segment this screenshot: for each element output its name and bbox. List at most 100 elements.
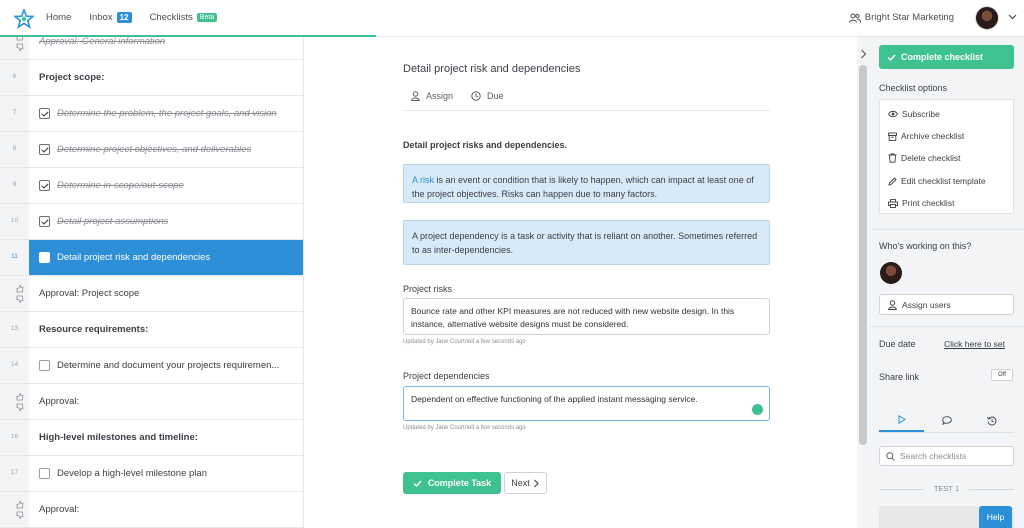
task-label: Develop a high-level milestone plan (57, 468, 207, 479)
approval-row[interactable]: Approval: (0, 492, 303, 528)
project-dependencies-field[interactable]: Dependent on effective functioning of th… (403, 386, 770, 421)
task-checkbox[interactable] (39, 216, 50, 227)
check-icon (413, 480, 422, 487)
task-row[interactable]: 10 Detail project assumptions (0, 204, 303, 240)
org-switcher[interactable]: Bright Star Marketing (848, 12, 954, 23)
task-row-content[interactable]: Resource requirements: (29, 312, 303, 347)
check-icon (40, 110, 49, 117)
task-label: Approval: (39, 396, 80, 407)
share-link-label: Share link (879, 372, 920, 382)
nav-home[interactable]: Home (46, 12, 71, 23)
help-button[interactable]: Help (979, 506, 1012, 528)
history-icon (986, 416, 996, 425)
task-row-content[interactable]: Detail project assumptions (29, 204, 303, 239)
archive-option[interactable]: Archive checklist (888, 131, 964, 141)
task-checkbox[interactable] (39, 252, 50, 263)
approval-row[interactable]: Approval: Project scope (0, 276, 303, 312)
pencil-icon (888, 176, 897, 186)
heading-row[interactable]: 6 Project scope: (0, 60, 303, 96)
task-checkbox[interactable] (39, 360, 50, 371)
task-row[interactable]: 8 Determine project objectives, and deliv… (0, 132, 303, 168)
delete-option[interactable]: Delete checklist (888, 153, 961, 163)
task-row-content[interactable]: Approval: (29, 384, 303, 419)
due-button[interactable]: Due (471, 91, 504, 101)
task-label: Resource requirements: (39, 324, 149, 335)
tab-activity[interactable] (879, 409, 924, 432)
chevron-right-icon[interactable] (859, 49, 868, 59)
risk-link[interactable]: A risk (412, 175, 434, 185)
project-dependencies-label: Project dependencies (403, 371, 490, 381)
task-row[interactable]: 14 Determine and document your projects r… (0, 348, 303, 384)
thumbs-icon (16, 501, 24, 519)
task-checkbox[interactable] (39, 108, 50, 119)
task-row-content[interactable]: High-level milestones and timeline: (29, 420, 303, 455)
task-number: 6 (12, 73, 17, 80)
assignee-avatar[interactable] (880, 262, 902, 284)
task-row-content[interactable]: Determine project objectives, and delive… (29, 132, 303, 167)
star-logo-icon[interactable] (14, 9, 34, 29)
divider (403, 110, 770, 111)
user-icon (888, 299, 897, 310)
approval-row[interactable]: Approval: General information (0, 37, 303, 60)
edit-template-option[interactable]: Edit checklist template (888, 176, 986, 186)
task-title: Detail project risk and dependencies (403, 63, 581, 75)
task-row-content[interactable]: Approval: (29, 492, 303, 527)
user-avatar[interactable] (975, 6, 999, 30)
task-checkbox[interactable] (39, 144, 50, 155)
nav-checklists[interactable]: Checklists Beta (150, 12, 218, 23)
heading-row[interactable]: 13 Resource requirements: (0, 312, 303, 348)
project-risks-field[interactable]: Bounce rate and other KPI measures are n… (403, 298, 770, 335)
next-button[interactable]: Next (504, 472, 547, 494)
subscribe-option[interactable]: Subscribe (888, 109, 940, 119)
scrollbar-thumb[interactable] (859, 65, 867, 445)
task-label: Determine in-scope/out-scope (57, 180, 184, 191)
task-label: High-level milestones and timeline: (39, 432, 198, 443)
beta-badge: Beta (196, 13, 218, 22)
share-link-toggle[interactable]: Off (991, 369, 1013, 381)
task-row-content[interactable]: Determine the problem, the project goals… (29, 96, 303, 131)
nav-checklists-label: Checklists (149, 12, 193, 23)
heading-row[interactable]: 16 High-level milestones and timeline: (0, 420, 303, 456)
complete-task-button[interactable]: Complete Task (403, 472, 501, 494)
search-icon (886, 451, 895, 461)
approval-row[interactable]: Approval: (0, 384, 303, 420)
task-row-content[interactable]: Project scope: (29, 60, 303, 95)
project-dependencies-value: Dependent on effective functioning of th… (411, 394, 698, 404)
set-due-date-link[interactable]: Click here to set (944, 339, 1005, 349)
task-row-content[interactable]: Determine in-scope/out-scope (29, 168, 303, 203)
tab-comments[interactable] (924, 409, 969, 432)
thumbs-icon (16, 393, 24, 411)
tab-history[interactable] (969, 409, 1014, 432)
thumbs-icon (16, 37, 24, 51)
task-row-content[interactable]: Determine and document your projects req… (29, 348, 303, 383)
assign-users-button[interactable]: Assign users (879, 294, 1014, 315)
nav-inbox-label: Inbox (89, 12, 113, 23)
task-checkbox[interactable] (39, 468, 50, 479)
search-checklists-input[interactable] (900, 451, 1010, 461)
scrollbar[interactable] (857, 37, 870, 528)
task-row[interactable]: 11 Detail project risk and dependencies (0, 240, 303, 276)
assign-label: Assign (426, 91, 454, 101)
task-row[interactable]: 9 Determine in-scope/out-scope (0, 168, 303, 204)
task-label: Approval: Project scope (39, 288, 140, 299)
checklist-group-label: TEST 1 (879, 484, 1014, 493)
task-row-content[interactable]: Detail project risk and dependencies (29, 240, 303, 275)
assign-button[interactable]: Assign (411, 91, 453, 101)
task-number: 17 (10, 469, 19, 476)
nav-inbox[interactable]: Inbox 12 (89, 12, 132, 23)
check-icon (887, 54, 896, 61)
check-icon (40, 146, 49, 153)
task-row-content[interactable]: Develop a high-level milestone plan (29, 456, 303, 491)
print-option[interactable]: Print checklist (888, 198, 954, 208)
task-checkbox[interactable] (39, 180, 50, 191)
task-row[interactable]: 17 Develop a high-level milestone plan (0, 456, 303, 492)
nav-home-label: Home (46, 12, 72, 23)
chevron-down-icon[interactable] (1008, 14, 1017, 20)
comment-icon (941, 416, 952, 425)
task-row-content[interactable]: Approval: Project scope (29, 276, 303, 311)
task-number: 14 (10, 361, 19, 368)
task-row-content[interactable]: Approval: General information (29, 37, 303, 59)
users-icon (848, 13, 861, 23)
complete-checklist-button[interactable]: Complete checklist (879, 45, 1014, 69)
task-row[interactable]: 7 Determine the problem, the project goal… (0, 96, 303, 132)
